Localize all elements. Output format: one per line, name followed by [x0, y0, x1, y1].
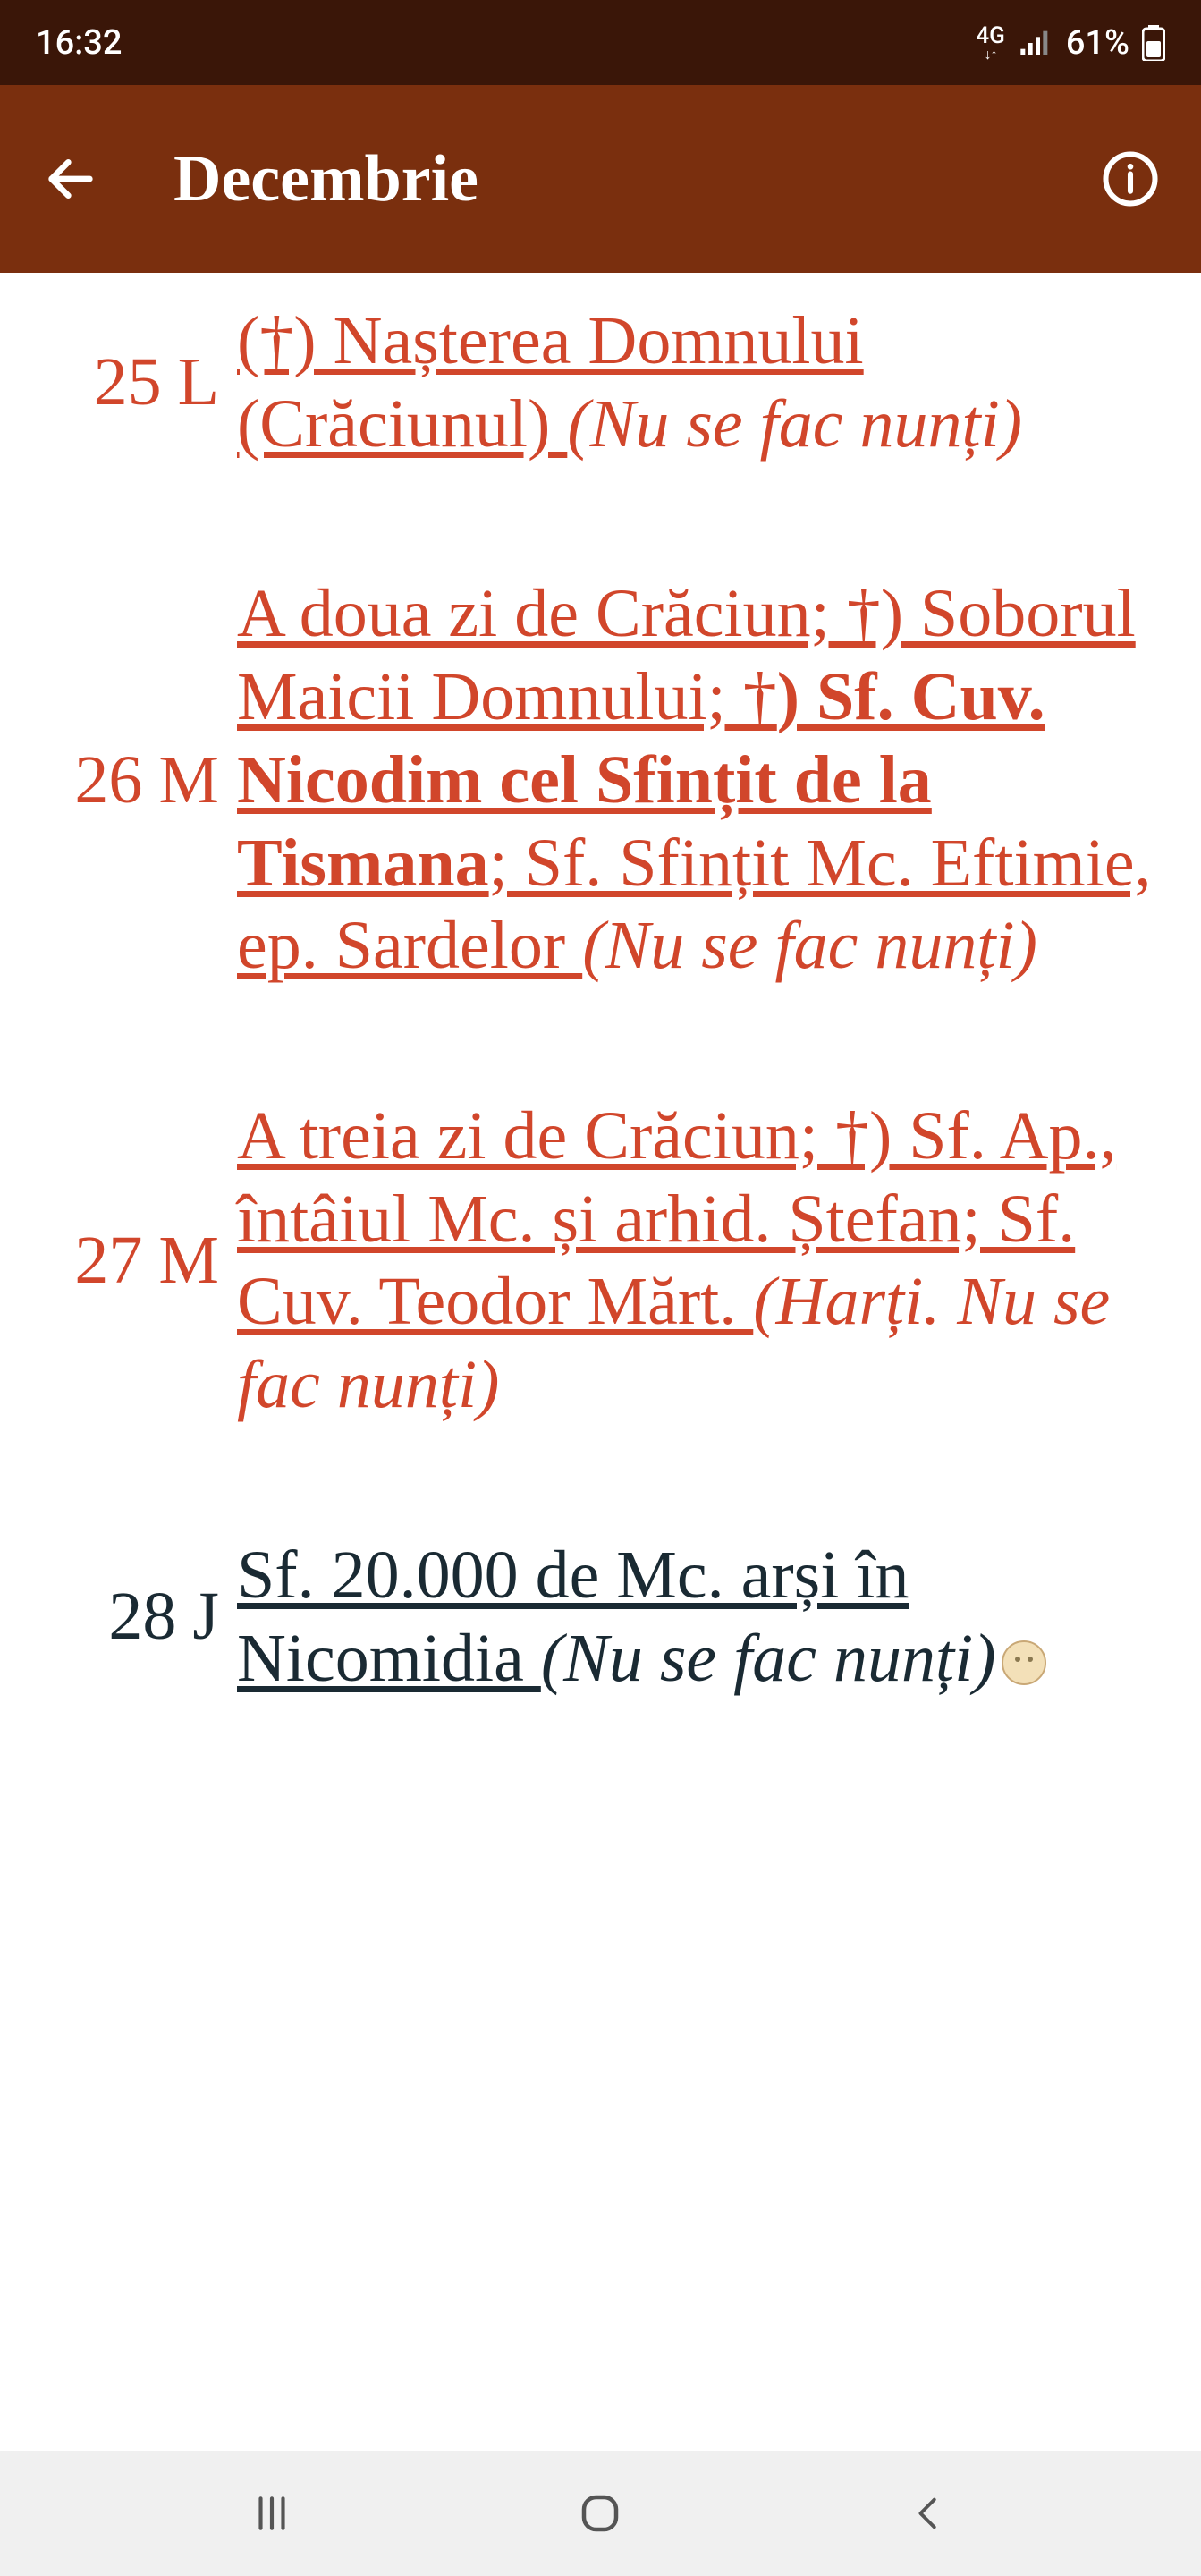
note-text: (Nu se fac nunți) [567, 386, 1022, 462]
date-column: 27M [54, 1222, 237, 1300]
status-time: 16:32 [36, 23, 122, 63]
day-of-week: M [158, 1222, 219, 1300]
calendar-list: 25L(†) Nașterea Domnului (Crăciunul) (Nu… [0, 273, 1201, 1699]
app-bar: Decembrie [0, 85, 1201, 273]
note-text: (Nu se fac nunți) [582, 908, 1037, 983]
day-number: 25 [94, 343, 162, 421]
date-column: 28J [54, 1578, 237, 1656]
description[interactable]: Sf. 20.000 de Mc. arși în Nicomidia (Nu … [237, 1534, 1156, 1699]
day-number: 27 [74, 1222, 142, 1300]
recents-button[interactable] [223, 2478, 321, 2549]
status-bar: 16:32 4G ↓↑ 61% [0, 0, 1201, 85]
day-of-week: J [192, 1578, 219, 1656]
calendar-row[interactable]: 28JSf. 20.000 de Mc. arși în Nicomidia (… [54, 1534, 1156, 1699]
date-column: 26M [54, 741, 237, 819]
battery-percent: 61% [1066, 23, 1129, 63]
signal-icon [1018, 25, 1053, 61]
day-of-week: M [158, 741, 219, 819]
day-number: 28 [108, 1578, 176, 1656]
info-button[interactable] [1090, 139, 1171, 219]
calendar-row[interactable]: 25L(†) Nașterea Domnului (Crăciunul) (Nu… [54, 300, 1156, 465]
day-of-week: L [178, 343, 219, 421]
battery-icon [1142, 25, 1165, 61]
page-title: Decembrie [173, 141, 1090, 217]
description[interactable]: A doua zi de Crăciun; †) Soborul Maicii … [237, 572, 1156, 987]
note-text: (Nu se fac nunți) [541, 1621, 996, 1696]
description[interactable]: A treia zi de Crăciun; †) Sf. Ap., întâi… [237, 1095, 1156, 1427]
date-column: 25L [54, 343, 237, 421]
moon-phase-icon [1002, 1640, 1046, 1685]
home-button[interactable] [551, 2478, 649, 2549]
network-indicator: 4G ↓↑ [976, 24, 1005, 62]
system-nav-bar [0, 2451, 1201, 2576]
back-button[interactable] [30, 139, 111, 219]
back-nav-button[interactable] [880, 2478, 978, 2549]
description[interactable]: (†) Nașterea Domnului (Crăciunul) (Nu se… [237, 300, 1156, 465]
calendar-row[interactable]: 27MA treia zi de Crăciun; †) Sf. Ap., în… [54, 1095, 1156, 1427]
calendar-row[interactable]: 26MA doua zi de Crăciun; †) Soborul Maic… [54, 572, 1156, 987]
status-right: 4G ↓↑ 61% [976, 23, 1165, 63]
day-number: 26 [74, 741, 142, 819]
